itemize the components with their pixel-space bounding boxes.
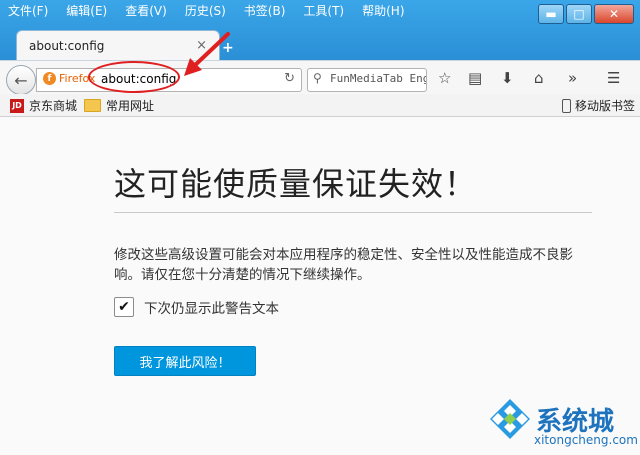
checkbox-label[interactable]: 下次仍显示此警告文本 [144,297,279,317]
menu-help[interactable]: 帮助(H) [353,0,413,22]
search-box[interactable]: ⚲ FunMediaTab Engi [307,68,427,92]
reading-list-icon[interactable]: ▤ [468,69,482,87]
accept-risk-button[interactable]: 我了解此风险！ [114,346,256,376]
warning-heading: 这可能使质量保证失效！ [114,165,478,203]
minimize-button[interactable]: ▬ [538,4,564,24]
watermark-logo [490,399,530,439]
bookmark-label: 京东商城 [29,99,78,113]
show-warning-option: ✔ 下次仍显示此警告文本 [114,297,279,317]
search-placeholder: FunMediaTab Engi [330,72,427,85]
firefox-icon: f [43,72,56,85]
watermark-url: xitongcheng.com [534,433,638,447]
window-controls: ▬ □ ✕ [538,4,634,24]
bookmark-label: 常用网址 [106,99,155,113]
mobile-bookmarks[interactable]: 移动版书签 [562,97,635,114]
annotation-arrow [184,32,230,76]
search-icon: ⚲ [313,71,322,85]
warning-text: 修改这些高级设置可能会对本应用程序的稳定性、安全性以及性能造成不良影响。请仅在您… [114,247,573,283]
arrow-left-icon: ← [14,70,28,90]
bookmark-jd[interactable]: JD 京东商城 [10,97,77,114]
folder-icon [84,99,101,112]
mobile-icon [562,98,571,113]
mobile-bookmarks-label: 移动版书签 [575,99,636,113]
divider [114,212,592,213]
maximize-button[interactable]: □ [566,4,592,24]
annotation-ellipse [88,61,180,93]
home-icon[interactable]: ⌂ [534,69,544,87]
menu-bookmarks[interactable]: 书签(B) [235,0,295,22]
browser-window: 文件(F) 编辑(E) 查看(V) 历史(S) 书签(B) 工具(T) 帮助(H… [0,0,640,455]
back-button[interactable]: ← [6,65,36,95]
reload-icon[interactable]: ↻ [284,71,295,86]
star-icon[interactable]: ☆ [438,69,451,87]
close-window-button[interactable]: ✕ [594,4,634,24]
show-warning-checkbox[interactable]: ✔ [114,297,134,317]
menu-tools[interactable]: 工具(T) [294,0,353,22]
overflow-chevron-icon[interactable]: » [568,69,577,87]
bookmark-folder-common[interactable]: 常用网址 [84,97,154,114]
menu-history[interactable]: 历史(S) [176,0,235,22]
hamburger-menu-icon[interactable]: ☰ [607,69,620,87]
watermark: 系统城 xitongcheng.com [484,395,638,453]
menu-view[interactable]: 查看(V) [116,0,176,22]
jd-icon: JD [10,98,24,113]
checkmark-icon: ✔ [118,299,130,315]
download-icon[interactable]: ⬇ [501,69,514,87]
tab-title: about:config [29,39,105,53]
bookmarks-toolbar: JD 京东商城 常用网址 移动版书签 [0,94,640,117]
menu-edit[interactable]: 编辑(E) [57,0,116,22]
menu-file[interactable]: 文件(F) [0,0,57,22]
